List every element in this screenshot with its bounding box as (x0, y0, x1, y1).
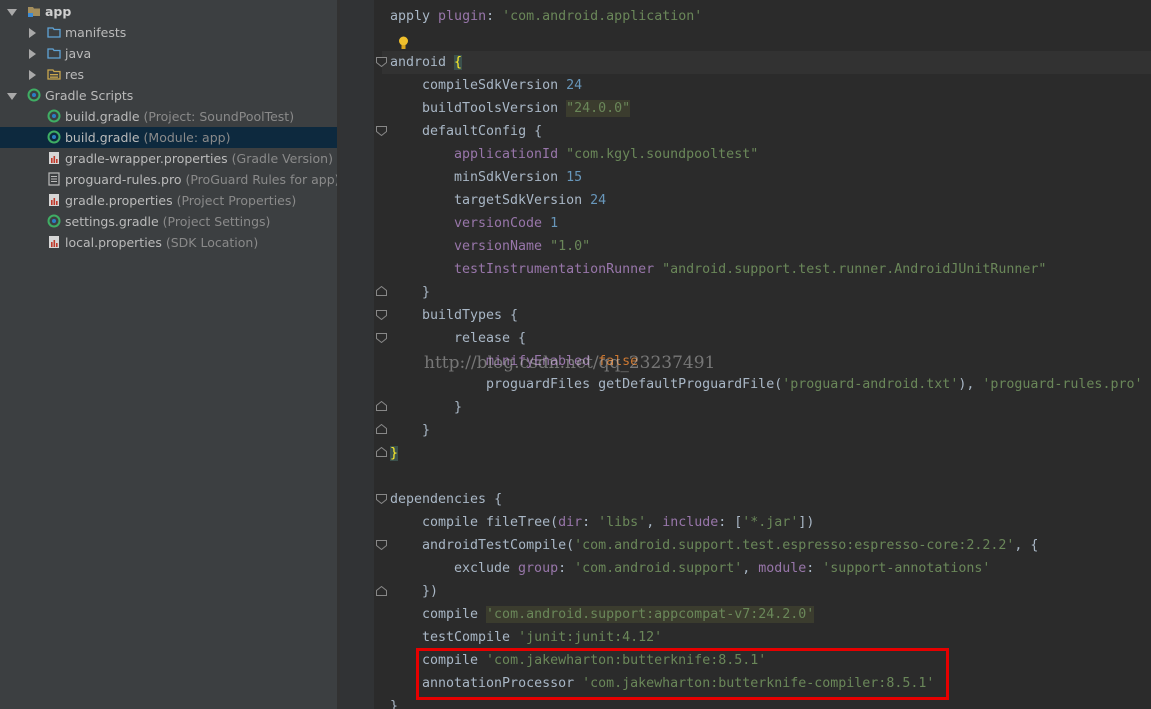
code-line: compileSdkVersion 24 (422, 78, 583, 93)
tree-item-label: local.properties (65, 235, 162, 250)
gradle-file-icon (47, 109, 61, 123)
code-line: release { (454, 331, 527, 346)
project-tree-panel: app manifests java res Gradle Scripts bu… (0, 0, 337, 709)
gradle-file-icon (47, 214, 61, 228)
lightbulb-icon[interactable] (398, 36, 409, 51)
code-line: } (390, 699, 399, 709)
resource-folder-icon (47, 69, 61, 80)
fold-marker-icon[interactable] (376, 57, 387, 67)
tree-item-build-gradle-project[interactable]: build.gradle (Project: SoundPoolTest) (0, 106, 337, 127)
tree-item-app[interactable]: app (0, 1, 337, 22)
fold-marker-icon[interactable] (376, 494, 387, 504)
tree-item-label: app (45, 4, 72, 19)
code-line: testCompile 'junit:junit:4.12' (422, 630, 663, 645)
tree-item-hint: (Gradle Version) (231, 151, 333, 166)
tree-item-gradle-properties[interactable]: gradle.properties (Project Properties) (0, 190, 337, 211)
properties-file-icon (49, 236, 59, 248)
fold-marker-icon[interactable] (376, 333, 387, 343)
fold-end-marker-icon[interactable] (376, 586, 387, 596)
tree-item-manifests[interactable]: manifests (0, 22, 337, 43)
tree-item-hint: (Project: SoundPoolTest) (143, 109, 295, 124)
gradle-icon (27, 88, 41, 102)
tree-item-gradle-wrapper-properties[interactable]: gradle-wrapper.properties (Gradle Versio… (0, 148, 337, 169)
tree-item-local-properties[interactable]: local.properties (SDK Location) (0, 232, 337, 253)
code-line: minSdkVersion 15 (454, 170, 583, 185)
code-line: } (422, 285, 431, 300)
fold-end-marker-icon[interactable] (376, 424, 387, 434)
properties-file-icon (49, 194, 59, 206)
current-line-highlight (382, 51, 1151, 74)
text-file-icon (48, 172, 60, 186)
tree-item-label: java (65, 46, 92, 61)
code-line: } (390, 446, 399, 461)
tree-item-label: gradle-wrapper.properties (65, 151, 228, 166)
collapse-arrow-icon[interactable] (29, 28, 36, 38)
tree-item-label: proguard-rules.pro (65, 172, 182, 187)
code-line: applicationId "com.kgyl.soundpooltest" (454, 147, 759, 162)
collapse-arrow-icon[interactable] (29, 49, 36, 59)
code-line: proguardFiles getDefaultProguardFile('pr… (486, 377, 1143, 392)
code-line: buildTypes { (422, 308, 519, 323)
properties-file-icon (49, 152, 59, 164)
tree-item-label: res (65, 67, 85, 82)
expand-arrow-icon[interactable] (7, 9, 17, 16)
tree-item-build-gradle-module[interactable]: build.gradle (Module: app) (0, 127, 337, 148)
code-line: } (454, 400, 463, 415)
code-editor[interactable]: apply plugin: 'com.android.application' … (340, 0, 1151, 709)
annotation-highlight-box (416, 648, 949, 700)
fold-end-marker-icon[interactable] (376, 447, 387, 457)
module-folder-icon (28, 7, 40, 17)
code-line: apply plugin: 'com.android.application' (390, 9, 703, 24)
tree-item-java[interactable]: java (0, 43, 337, 64)
code-line: versionCode 1 (454, 216, 559, 231)
fold-marker-icon[interactable] (376, 126, 387, 136)
tree-item-hint: (Module: app) (143, 130, 231, 145)
fold-end-marker-icon[interactable] (376, 401, 387, 411)
expand-arrow-icon[interactable] (7, 93, 17, 100)
editor-gutter[interactable] (340, 0, 374, 709)
code-line: android { (390, 55, 463, 70)
tree-item-gradle-scripts[interactable]: Gradle Scripts (0, 85, 337, 106)
fold-marker-icon[interactable] (376, 540, 387, 550)
fold-end-marker-icon[interactable] (376, 286, 387, 296)
collapse-arrow-icon[interactable] (29, 70, 36, 80)
tree-item-label: build.gradle (65, 109, 140, 124)
fold-marker-icon[interactable] (376, 310, 387, 320)
folder-icon (47, 48, 61, 59)
tree-item-hint: (Project Settings) (162, 214, 271, 229)
code-line: dependencies { (390, 492, 503, 507)
tree-item-label: Gradle Scripts (45, 88, 134, 103)
code-line: androidTestCompile('com.android.support.… (422, 538, 1039, 553)
tree-item-hint: (ProGuard Rules for app) (185, 172, 337, 187)
gradle-file-icon (47, 130, 61, 144)
code-line: }) (422, 584, 439, 599)
code-line: testInstrumentationRunner "android.suppo… (454, 262, 1047, 277)
tree-item-res[interactable]: res (0, 64, 337, 85)
code-line: exclude group: 'com.android.support', mo… (454, 561, 991, 576)
tree-item-hint: (Project Properties) (176, 193, 297, 208)
tree-item-settings-gradle[interactable]: settings.gradle (Project Settings) (0, 211, 337, 232)
tree-item-label: manifests (65, 25, 127, 40)
folder-icon (47, 27, 61, 38)
code-line: targetSdkVersion 24 (454, 193, 607, 208)
tree-item-label: gradle.properties (65, 193, 173, 208)
tree-item-hint: (SDK Location) (165, 235, 259, 250)
tree-item-label: settings.gradle (65, 214, 159, 229)
code-line: defaultConfig { (422, 124, 543, 139)
tree-item-label: build.gradle (65, 130, 140, 145)
code-line: compile 'com.android.support:appcompat-v… (422, 606, 815, 623)
tree-item-proguard-rules[interactable]: proguard-rules.pro (ProGuard Rules for a… (0, 169, 337, 190)
watermark-text: http://blog.csdn.net/qq_23237491 (424, 353, 716, 373)
code-line: } (422, 423, 431, 438)
code-line: compile fileTree(dir: 'libs', include: [… (422, 515, 815, 530)
code-line: versionName "1.0" (454, 239, 591, 254)
code-line: buildToolsVersion "24.0.0" (422, 100, 631, 117)
